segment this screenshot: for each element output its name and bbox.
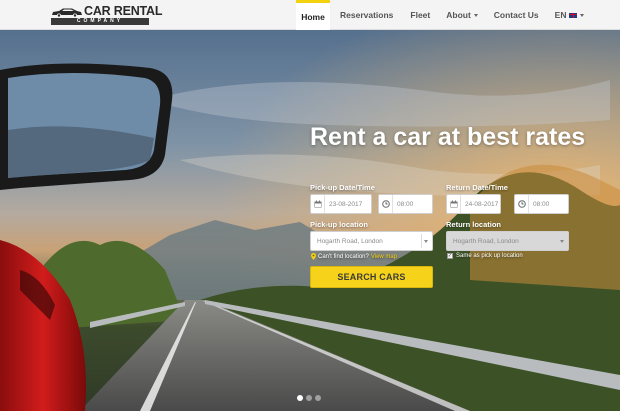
nav-item-reservations[interactable]: Reservations [340, 0, 393, 30]
clock-icon [379, 195, 393, 213]
calendar-icon [311, 195, 325, 213]
return-time-value: 08:00 [533, 200, 550, 208]
nav-item-fleet[interactable]: Fleet [410, 0, 430, 30]
pickup-date-input[interactable]: 23-08-2017 [310, 194, 372, 214]
chevron-down-icon [424, 240, 428, 243]
pickup-location-select[interactable]: Hogarth Road, London [310, 231, 433, 251]
calendar-icon [447, 195, 461, 213]
map-pin-icon [311, 253, 316, 260]
hero-banner: Rent a car at best rates Pick-up Date/Ti… [0, 30, 620, 411]
same-as-pickup-label: Same as pick up location [456, 253, 523, 259]
nav-item-contact[interactable]: Contact Us [494, 0, 539, 30]
slider-pagination [297, 395, 321, 401]
return-location-value: Hogarth Road, London [453, 237, 519, 245]
search-cars-button[interactable]: SEARCH CARS [310, 266, 433, 288]
brand-logo[interactable]: CAR RENTAL COMPANY [51, 5, 163, 25]
return-time-input[interactable]: 08:00 [514, 194, 569, 214]
return-datetime-label: Return Date/Time [446, 183, 508, 192]
cant-find-text: Can't find location? [318, 253, 369, 260]
language-selector[interactable]: EN [555, 0, 585, 30]
slide-dot-3[interactable] [315, 395, 321, 401]
chevron-down-icon [473, 13, 478, 17]
return-location-label: Return location [446, 220, 502, 229]
slide-dot-2[interactable] [306, 395, 312, 401]
return-date-input[interactable]: 24-08-2017 [446, 194, 501, 214]
return-location-select[interactable]: Hogarth Road, London [446, 231, 569, 251]
main-nav: Home Reservations Fleet About Contact Us… [296, 0, 585, 30]
nav-item-about[interactable]: About [446, 0, 478, 30]
car-icon [52, 8, 82, 17]
chevron-down-icon [560, 240, 564, 243]
pickup-location-value: Hogarth Road, London [317, 237, 383, 245]
pickup-time-input[interactable]: 08:00 [378, 194, 433, 214]
top-navbar: CAR RENTAL COMPANY Home Reservations Fle… [0, 0, 620, 30]
pickup-time-value: 08:00 [397, 200, 414, 208]
slide-dot-1[interactable] [297, 395, 303, 401]
brand-title: CAR RENTAL [84, 4, 163, 18]
nav-home-label: Home [301, 11, 325, 22]
clock-icon [515, 195, 529, 213]
view-map-link[interactable]: View map [371, 254, 397, 260]
return-date-value: 24-08-2017 [465, 200, 499, 208]
cant-find-location: Can't find location? View map [311, 253, 397, 260]
pickup-date-value: 23-08-2017 [329, 200, 363, 208]
brand-subtitle: COMPANY [51, 18, 149, 25]
nav-reservations-label: Reservations [340, 10, 394, 20]
nav-about-label: About [446, 10, 471, 20]
same-as-pickup-option[interactable]: ✓ Same as pick up location [447, 253, 523, 259]
language-label: EN [554, 10, 567, 20]
nav-item-home[interactable]: Home [296, 0, 330, 30]
pickup-datetime-label: Pick-up Date/Time [310, 183, 375, 192]
hero-headline: Rent a car at best rates [310, 123, 586, 151]
uk-flag-icon [569, 12, 578, 18]
chevron-down-icon [580, 13, 585, 17]
same-as-pickup-checkbox[interactable]: ✓ [447, 253, 453, 259]
nav-fleet-label: Fleet [410, 10, 431, 20]
nav-contact-label: Contact Us [493, 10, 539, 20]
pickup-location-label: Pick-up location [310, 220, 368, 229]
